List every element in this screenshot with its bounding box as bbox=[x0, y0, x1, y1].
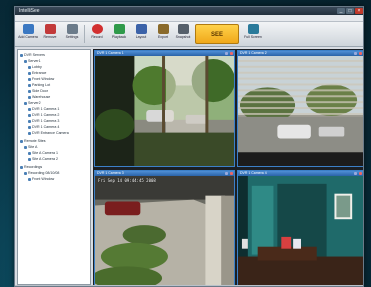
folder-icon bbox=[20, 139, 23, 143]
camera-icon bbox=[28, 119, 31, 123]
export-icon bbox=[157, 24, 169, 34]
title-bar: IntelliSee _ □ × bbox=[15, 7, 363, 15]
add-camera-button[interactable]: Add Camera bbox=[18, 24, 38, 44]
camera-feed bbox=[95, 56, 234, 166]
maximize-icon[interactable] bbox=[354, 172, 357, 175]
tree-item[interactable]: Front Window bbox=[28, 176, 54, 182]
playback-icon bbox=[113, 24, 125, 34]
camera-icon bbox=[28, 71, 31, 75]
recording-icon bbox=[24, 171, 27, 175]
camera-icon bbox=[28, 177, 31, 181]
timestamp-overlay: Fri Sep 14 09:44:45 2008 bbox=[98, 178, 156, 183]
server-icon bbox=[24, 145, 27, 149]
camera-view-3[interactable]: DVR 1 Camera 3 Fri Sep 14 09:44:45 2008 bbox=[94, 170, 235, 286]
brand-logo: SEE bbox=[195, 24, 239, 44]
settings-button[interactable]: Settings bbox=[62, 24, 82, 44]
layout-button[interactable]: Layout bbox=[131, 24, 151, 44]
camera-icon bbox=[28, 125, 31, 129]
remove-button[interactable]: Remove bbox=[40, 24, 60, 44]
camera-icon bbox=[28, 89, 31, 93]
camera-icon bbox=[28, 131, 31, 135]
camera-icon bbox=[28, 113, 31, 117]
camera-grid: DVR 1 Camera 1 DVR 1 Camera 2 DVR 1 Came… bbox=[93, 49, 363, 286]
toolbar: Add Camera Remove Settings Record Playba… bbox=[15, 22, 363, 47]
window-title: IntelliSee bbox=[19, 8, 40, 14]
camera-icon bbox=[28, 157, 31, 161]
camera-icon bbox=[28, 83, 31, 87]
camera-feed bbox=[238, 56, 363, 166]
camera-icon bbox=[28, 65, 31, 69]
camera-view-2[interactable]: DVR 1 Camera 2 bbox=[237, 50, 363, 167]
close-icon[interactable] bbox=[359, 172, 362, 175]
camera-view-4[interactable]: DVR 1 Camera 4 bbox=[237, 170, 363, 286]
folder-icon bbox=[20, 165, 23, 169]
camera-icon bbox=[177, 24, 189, 34]
toolbar-divider bbox=[84, 25, 85, 43]
camera-feed bbox=[95, 176, 234, 286]
fullscreen-button[interactable]: Full Screen bbox=[243, 24, 263, 44]
close-icon[interactable] bbox=[359, 52, 362, 55]
tree-item[interactable]: DVR Entrance Camera bbox=[28, 130, 69, 136]
tree-item[interactable]: Site A Camera 2 bbox=[28, 156, 58, 162]
snapshot-button[interactable]: Snapshot bbox=[173, 24, 193, 44]
minimize-button[interactable]: _ bbox=[337, 8, 345, 14]
maximize-icon[interactable] bbox=[225, 52, 228, 55]
record-button[interactable]: Record bbox=[87, 24, 107, 44]
app-window: IntelliSee _ □ × File View Tools Layouts… bbox=[14, 6, 364, 287]
maximize-icon[interactable] bbox=[354, 52, 357, 55]
close-icon[interactable] bbox=[230, 172, 233, 175]
export-button[interactable]: Export bbox=[153, 24, 173, 44]
maximize-icon[interactable] bbox=[225, 172, 228, 175]
add-camera-icon bbox=[22, 24, 34, 34]
close-icon[interactable] bbox=[230, 52, 233, 55]
menu-bar: File View Tools Layouts Recordings Windo… bbox=[15, 15, 363, 29]
camera-icon bbox=[28, 151, 31, 155]
server-icon bbox=[24, 59, 27, 63]
server-icon bbox=[24, 101, 27, 105]
camera-icon bbox=[28, 107, 31, 111]
close-button[interactable]: × bbox=[355, 8, 363, 14]
camera-icon bbox=[28, 95, 31, 99]
camera-feed bbox=[238, 176, 363, 286]
remove-icon bbox=[44, 24, 56, 34]
record-icon bbox=[91, 24, 103, 34]
layout-icon bbox=[135, 24, 147, 34]
gear-icon bbox=[66, 24, 78, 34]
camera-icon bbox=[28, 77, 31, 81]
playback-button[interactable]: Playback bbox=[109, 24, 129, 44]
maximize-button[interactable]: □ bbox=[346, 8, 354, 14]
camera-view-1[interactable]: DVR 1 Camera 1 bbox=[94, 50, 235, 167]
fullscreen-icon bbox=[247, 24, 259, 34]
folder-icon bbox=[20, 53, 23, 57]
camera-tree: DVR Servers Server1 Lobby Entrance Front… bbox=[17, 49, 91, 285]
